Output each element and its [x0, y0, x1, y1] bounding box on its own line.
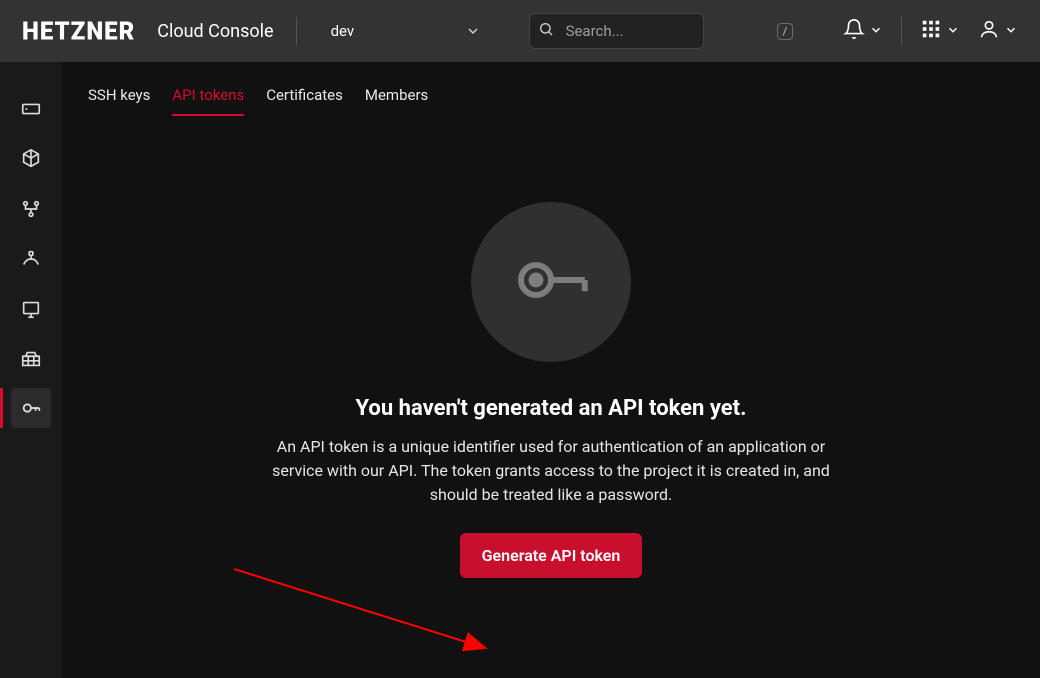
notifications-button[interactable] — [843, 18, 883, 44]
search-shortcut: / — [777, 23, 794, 40]
sidebar-item-loadbalancers[interactable] — [11, 234, 51, 284]
chevron-down-icon — [1004, 22, 1018, 41]
empty-state-description: An API token is a unique identifier used… — [251, 435, 851, 507]
product-title: Cloud Console — [157, 21, 273, 42]
annotation-arrow — [232, 565, 502, 665]
account-button[interactable] — [978, 18, 1018, 44]
search-icon — [538, 21, 554, 41]
search-box[interactable]: / — [529, 13, 704, 49]
project-name: dev — [331, 22, 355, 40]
top-bar: HETZNER Cloud Console dev / — [0, 0, 1040, 62]
sidebar — [0, 62, 62, 678]
key-icon — [506, 235, 596, 329]
top-right-actions — [843, 17, 1018, 45]
tab-certificates[interactable]: Certificates — [266, 86, 343, 114]
sidebar-item-volumes[interactable] — [11, 134, 51, 184]
brand-logo[interactable]: HETZNER — [22, 17, 135, 45]
grid-icon — [920, 18, 942, 44]
sidebar-item-firewalls[interactable] — [11, 334, 51, 384]
divider — [296, 17, 297, 45]
chevron-down-icon — [869, 22, 883, 41]
search-input[interactable] — [564, 21, 767, 41]
chevron-down-icon — [946, 22, 960, 41]
user-icon — [978, 18, 1000, 44]
bell-icon — [843, 18, 865, 44]
tab-api-tokens[interactable]: API tokens — [172, 86, 244, 114]
empty-state: You haven't generated an API token yet. … — [88, 202, 1014, 578]
sidebar-item-networks[interactable] — [11, 184, 51, 234]
project-selector[interactable]: dev — [319, 13, 489, 49]
sidebar-item-security[interactable] — [11, 388, 51, 428]
chevron-down-icon — [465, 23, 481, 39]
generate-api-token-button[interactable]: Generate API token — [460, 533, 643, 578]
divider — [901, 17, 902, 45]
apps-button[interactable] — [920, 18, 960, 44]
sidebar-item-servers[interactable] — [11, 84, 51, 134]
sidebar-item-floatingips[interactable] — [11, 284, 51, 334]
empty-state-illustration — [471, 202, 631, 362]
security-tabs: SSH keys API tokens Certificates Members — [88, 86, 1014, 114]
tab-members[interactable]: Members — [365, 86, 428, 114]
tab-ssh-keys[interactable]: SSH keys — [88, 86, 150, 114]
empty-state-title: You haven't generated an API token yet. — [356, 396, 747, 421]
main-content: SSH keys API tokens Certificates Members… — [62, 62, 1040, 678]
